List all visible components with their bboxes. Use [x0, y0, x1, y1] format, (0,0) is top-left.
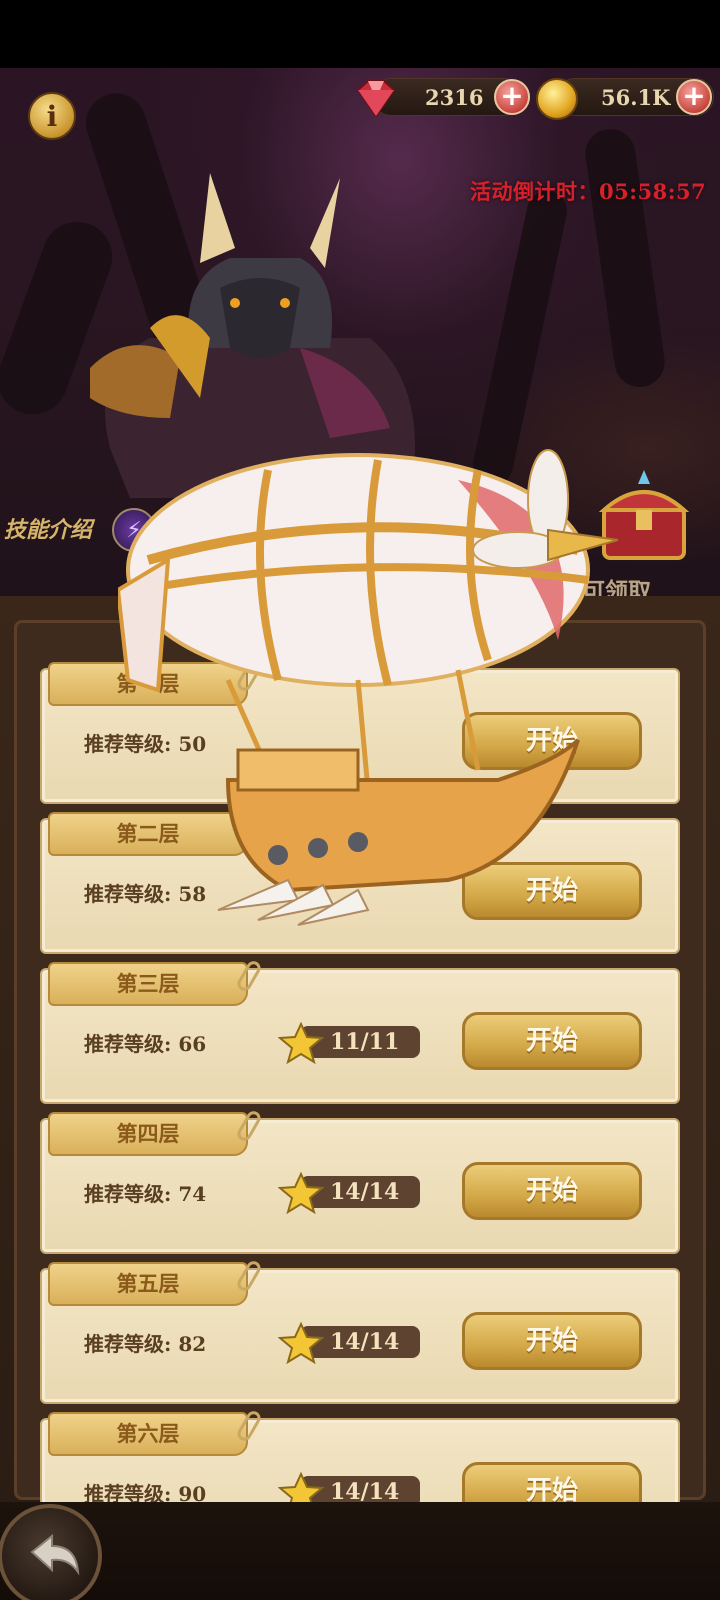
level-tab: 第六层	[48, 1408, 264, 1456]
paperclip-icon	[234, 1408, 264, 1444]
star-progress: 11/11	[278, 1022, 424, 1064]
level-name: 第五层	[116, 1271, 180, 1296]
status-bar	[0, 0, 720, 68]
bottom-bar	[0, 1502, 720, 1600]
paperclip-icon	[234, 1258, 264, 1294]
airship-illustration	[118, 449, 618, 926]
start-button[interactable]: 开始	[462, 1012, 642, 1070]
level-card: 第四层 推荐等级: 74 14/14 开始	[40, 1108, 680, 1254]
ruby-gem-icon	[356, 80, 396, 118]
level-card: 第三层 推荐等级: 66 11/11 开始	[40, 958, 680, 1104]
event-countdown: 活动倒计时：05:58:57	[470, 179, 707, 204]
paperclip-icon	[234, 1108, 264, 1144]
level-tab: 第三层	[48, 958, 264, 1006]
info-button[interactable]: i	[28, 92, 76, 140]
gold-coin-icon	[536, 78, 578, 120]
back-arrow-icon	[30, 1533, 80, 1576]
level-card: 第五层 推荐等级: 82 14/14 开始	[40, 1258, 680, 1404]
back-button[interactable]	[0, 1504, 102, 1600]
star-count: 14/14	[330, 1179, 400, 1205]
gem-count: 2316	[425, 85, 484, 110]
add-coins-button[interactable]: +	[676, 79, 712, 115]
level-tab: 第四层	[48, 1108, 264, 1156]
start-button[interactable]: 开始	[462, 1162, 642, 1220]
level-name: 第六层	[116, 1421, 180, 1446]
level-tab: 第五层	[48, 1258, 264, 1306]
recommended-level: 推荐等级: 82	[84, 1332, 207, 1356]
star-count: 14/14	[330, 1329, 400, 1355]
star-icon	[278, 1322, 324, 1364]
star-icon	[278, 1022, 324, 1064]
skill-intro-label[interactable]: 技能介绍	[4, 512, 92, 544]
coin-count: 56.1K	[601, 85, 671, 110]
recommended-level: 推荐等级: 66	[84, 1032, 207, 1056]
star-icon	[278, 1172, 324, 1214]
add-gems-button[interactable]: +	[494, 79, 530, 115]
star-progress: 14/14	[278, 1322, 424, 1364]
paperclip-icon	[234, 958, 264, 994]
recommended-level: 推荐等级: 74	[84, 1182, 207, 1206]
start-button[interactable]: 开始	[462, 1312, 642, 1370]
star-progress: 14/14	[278, 1172, 424, 1214]
level-name: 第四层	[116, 1121, 180, 1146]
level-name: 第三层	[116, 971, 180, 996]
star-count: 11/11	[330, 1029, 400, 1055]
